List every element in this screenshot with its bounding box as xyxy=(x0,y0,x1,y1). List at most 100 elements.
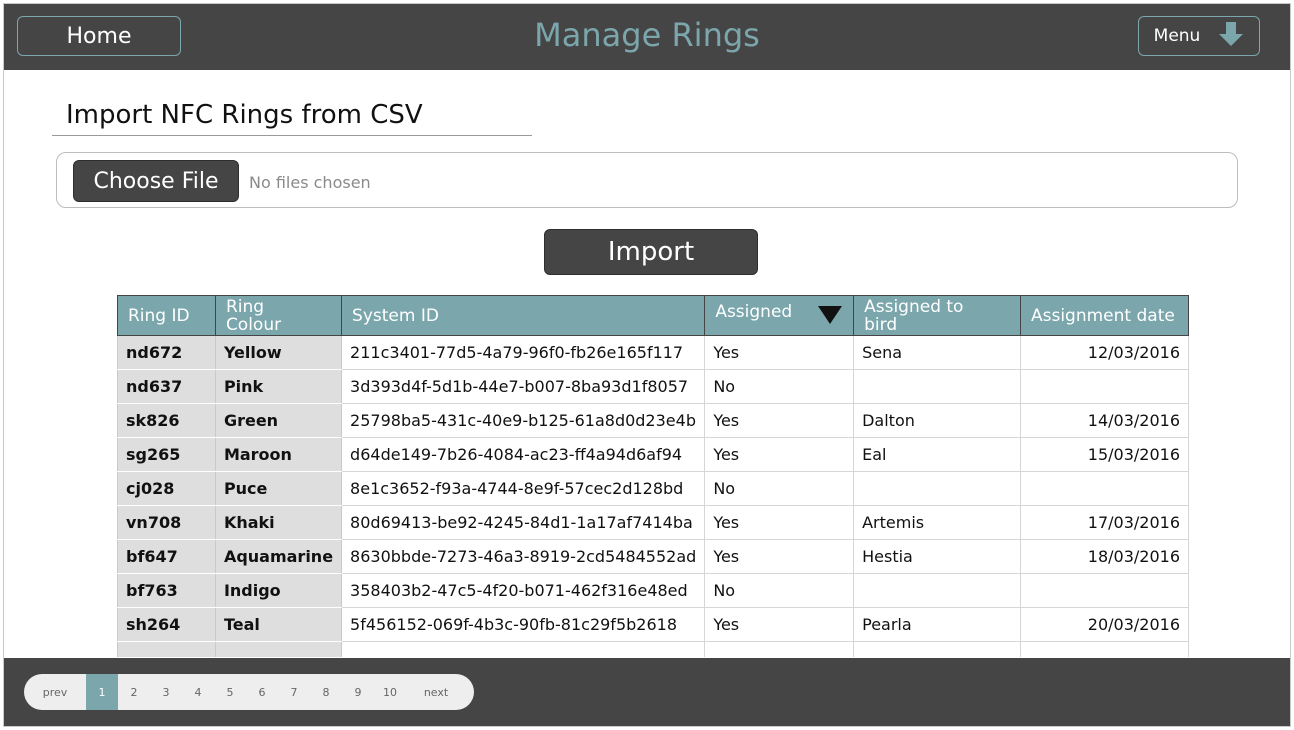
ring-colour-cell: Green xyxy=(214,403,343,438)
ring-id-cell: nd637 xyxy=(117,369,216,404)
assigned-bird-cell xyxy=(853,641,1021,657)
menu-button[interactable]: Menu xyxy=(1138,16,1260,56)
arrow-down-icon xyxy=(1218,21,1244,52)
column-header-ring-colour[interactable]: Ring Colour xyxy=(214,295,343,336)
import-button[interactable]: Import xyxy=(544,229,758,275)
table-row[interactable]: vn708 Khaki 80d69413-be92-4245-84d1-1a17af… xyxy=(117,505,1189,540)
assignment-date-cell: 15/03/2016 xyxy=(1019,437,1189,472)
assigned-cell: No xyxy=(704,573,855,608)
choose-file-label: Choose File xyxy=(93,168,219,194)
assignment-date-cell: 20/03/2016 xyxy=(1019,607,1189,642)
menu-button-label: Menu xyxy=(1153,26,1201,46)
ring-colour-cell: Pink xyxy=(214,369,343,404)
assigned-bird-cell: Dalton xyxy=(853,403,1021,438)
pagination-page[interactable]: 5 xyxy=(214,674,246,710)
system-id-cell: 3d393d4f-5d1b-44e7-b007-8ba93d1f8057 xyxy=(341,369,706,404)
pagination: prev 1 2 3 4 5 6 7 8 9 10 next xyxy=(24,674,474,710)
system-id-cell: 8e1c3652-f93a-4744-8e9f-57cec2d128bd xyxy=(341,471,706,506)
pagination-prev[interactable]: prev xyxy=(24,674,86,710)
rings-table: Ring ID Ring Colour System ID Assigned A… xyxy=(117,295,1189,657)
column-header-ring-id[interactable]: Ring ID xyxy=(117,295,216,336)
import-button-label: Import xyxy=(607,237,695,267)
ring-colour-cell: Puce xyxy=(214,471,343,506)
pagination-page[interactable]: 1 xyxy=(86,674,118,710)
assigned-bird-cell: Hestia xyxy=(853,539,1021,574)
table-row[interactable] xyxy=(117,641,1189,657)
pagination-page[interactable]: 3 xyxy=(150,674,182,710)
system-id-cell: 5f456152-069f-4b3c-90fb-81c29f5b2618 xyxy=(341,607,706,642)
ring-id-cell: nd672 xyxy=(117,335,216,370)
ring-id-cell: bf647 xyxy=(117,539,216,574)
assigned-bird-cell xyxy=(853,471,1021,506)
assigned-cell: No xyxy=(704,369,855,404)
table-row[interactable]: cj028 Puce 8e1c3652-f93a-4744-8e9f-57cec2d… xyxy=(117,471,1189,506)
assignment-date-cell xyxy=(1019,641,1189,657)
ring-id-cell: bf763 xyxy=(117,573,216,608)
column-header-assigned-to-bird[interactable]: Assigned to bird xyxy=(853,295,1021,336)
assignment-date-cell xyxy=(1019,369,1189,404)
pagination-page[interactable]: 10 xyxy=(374,674,406,710)
table-body: nd672 Yellow 211c3401-77d5-4a79-96f0-fb26e… xyxy=(117,335,1189,657)
triangle-down-icon[interactable] xyxy=(817,305,843,329)
table-row[interactable]: bf647 Aquamarine 8630bbde-7273-46a3-8919-2… xyxy=(117,539,1189,574)
assignment-date-cell: 18/03/2016 xyxy=(1019,539,1189,574)
column-header-system-id[interactable]: System ID xyxy=(341,295,706,336)
file-status-text: No files chosen xyxy=(249,173,371,192)
ring-id-cell: vn708 xyxy=(117,505,216,540)
system-id-cell: 8630bbde-7273-46a3-8919-2cd5484552ad xyxy=(341,539,706,574)
table-row[interactable]: sg265 Maroon d64de149-7b26-4084-ac23-ff4a9… xyxy=(117,437,1189,472)
system-id-cell: 25798ba5-431c-40e9-b125-61a8d0d23e4b xyxy=(341,403,706,438)
ring-colour-cell: Khaki xyxy=(214,505,343,540)
assignment-date-cell: 17/03/2016 xyxy=(1019,505,1189,540)
system-id-cell: 80d69413-be92-4245-84d1-1a17af7414ba xyxy=(341,505,706,540)
assigned-cell: Yes xyxy=(704,607,855,642)
ring-colour-cell xyxy=(214,641,343,657)
ring-id-cell: sg265 xyxy=(117,437,216,472)
ring-id-cell: sk826 xyxy=(117,403,216,438)
top-bar: Home Manage Rings Menu xyxy=(4,4,1290,70)
ring-colour-cell: Teal xyxy=(214,607,343,642)
assigned-cell: Yes xyxy=(704,335,855,370)
file-chooser: Choose File No files chosen xyxy=(56,152,1238,208)
app-window: Home Manage Rings Menu Import NFC Rings … xyxy=(3,3,1291,727)
table-row[interactable]: bf763 Indigo 358403b2-47c5-4f20-b071-462f3… xyxy=(117,573,1189,608)
table-header-row: Ring ID Ring Colour System ID Assigned A… xyxy=(117,295,1189,336)
ring-colour-cell: Aquamarine xyxy=(214,539,343,574)
pagination-page[interactable]: 4 xyxy=(182,674,214,710)
pagination-page[interactable]: 2 xyxy=(118,674,150,710)
assigned-bird-cell: Sena xyxy=(853,335,1021,370)
column-header-assigned[interactable]: Assigned xyxy=(704,295,855,336)
column-header-assignment-date[interactable]: Assignment date xyxy=(1019,295,1189,336)
pagination-page[interactable]: 6 xyxy=(246,674,278,710)
assigned-bird-cell xyxy=(853,573,1021,608)
pagination-page[interactable]: 7 xyxy=(278,674,310,710)
pagination-page[interactable]: 9 xyxy=(342,674,374,710)
assignment-date-cell xyxy=(1019,471,1189,506)
assigned-cell: Yes xyxy=(704,539,855,574)
assignment-date-cell: 14/03/2016 xyxy=(1019,403,1189,438)
import-section-title: Import NFC Rings from CSV xyxy=(52,100,532,136)
ring-colour-cell: Indigo xyxy=(214,573,343,608)
page-title: Manage Rings xyxy=(534,16,760,54)
table-row[interactable]: sh264 Teal 5f456152-069f-4b3c-90fb-81c29f5… xyxy=(117,607,1189,642)
assigned-cell: Yes xyxy=(704,403,855,438)
assigned-cell: Yes xyxy=(704,437,855,472)
assigned-bird-cell: Eal xyxy=(853,437,1021,472)
pagination-page[interactable]: 8 xyxy=(310,674,342,710)
choose-file-button[interactable]: Choose File xyxy=(73,160,239,202)
system-id-cell: 358403b2-47c5-4f20-b071-462f316e48ed xyxy=(341,573,706,608)
rings-table-container[interactable]: Ring ID Ring Colour System ID Assigned A… xyxy=(117,295,1189,657)
ring-id-cell: sh264 xyxy=(117,607,216,642)
pagination-next[interactable]: next xyxy=(406,674,466,710)
table-row[interactable]: sk826 Green 25798ba5-431c-40e9-b125-61a8d0… xyxy=(117,403,1189,438)
assigned-cell: No xyxy=(704,471,855,506)
assigned-bird-cell: Pearla xyxy=(853,607,1021,642)
system-id-cell: d64de149-7b26-4084-ac23-ff4a94d6af94 xyxy=(341,437,706,472)
assigned-bird-cell: Artemis xyxy=(853,505,1021,540)
system-id-cell: 211c3401-77d5-4a79-96f0-fb26e165f117 xyxy=(341,335,706,370)
ring-colour-cell: Yellow xyxy=(214,335,343,370)
assigned-cell: Yes xyxy=(704,505,855,540)
table-row[interactable]: nd637 Pink 3d393d4f-5d1b-44e7-b007-8ba93d1… xyxy=(117,369,1189,404)
ring-colour-cell: Maroon xyxy=(214,437,343,472)
table-row[interactable]: nd672 Yellow 211c3401-77d5-4a79-96f0-fb26e… xyxy=(117,335,1189,370)
